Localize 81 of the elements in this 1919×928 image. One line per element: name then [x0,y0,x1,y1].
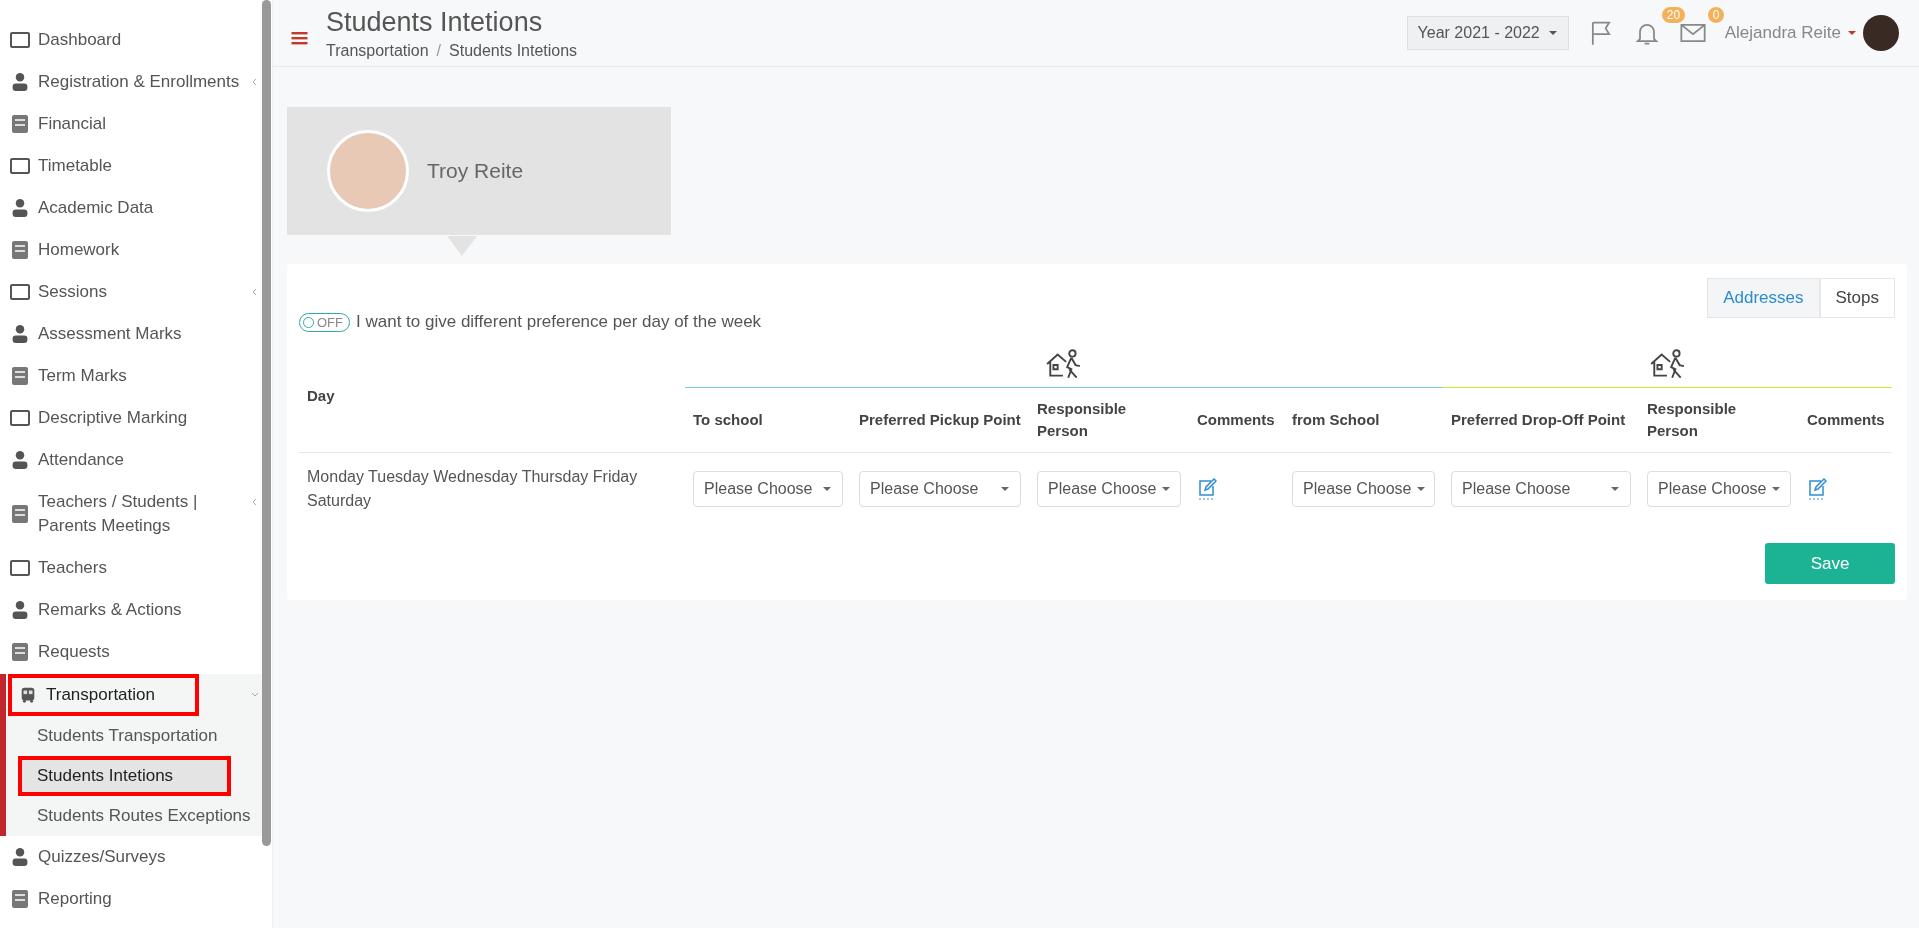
scrollbar[interactable] [262,0,271,846]
sidebar-item[interactable]: Academic Data [0,187,162,229]
house-walker-icon [1648,347,1687,380]
column-header: To school [685,388,851,453]
student-name: Troy Reite [427,159,524,183]
column-header: Preferred Pickup Point [851,388,1029,453]
sidebar-item[interactable]: Timetable [0,145,120,187]
sidebar-item[interactable]: Remarks & Actions [0,589,190,631]
caret-icon [822,486,832,492]
sidebar-item[interactable]: Dashboard [0,19,130,61]
caret-icon [1770,486,1781,492]
column-header: Responsible Person [1029,388,1189,453]
sidebar-item[interactable]: Reporting [0,878,120,920]
message-count: 0 [1706,6,1726,24]
column-header: Preferred Drop-Off Point [1443,388,1639,453]
caret-icon [1415,486,1426,492]
page-title: Students Intetions [326,6,544,38]
student-card[interactable]: Troy Reite [287,107,671,235]
select-field[interactable]: Please Choose [1292,471,1435,507]
caret-icon [1000,486,1010,492]
column-header: Comments [1799,388,1892,453]
submenu-item[interactable]: Students Transportation [6,716,228,756]
sidebar-item[interactable]: Teachers [0,547,115,589]
caret-icon [1610,486,1620,492]
monitor-icon [10,157,30,175]
select-field[interactable]: Please Choose [1037,471,1181,507]
current-page-label: Students Intetions [449,42,578,60]
monitor-icon [10,283,30,301]
caret-icon [1160,486,1171,492]
document-icon [10,115,30,133]
notification-count: 20 [1660,6,1687,24]
breadcrumb-link[interactable]: Transportation [326,42,429,60]
caret-icon [1847,30,1857,36]
house-walker-icon [1045,347,1083,380]
edit-icon[interactable] [1807,478,1827,500]
sidebar-item[interactable]: Financial [0,103,115,145]
sidebar-item[interactable]: Sessions [0,271,115,313]
sidebar-item[interactable]: Attendance [0,439,132,481]
sidebar-item[interactable]: Term Marks [0,355,135,397]
year-select[interactable]: Year 2021 - 2022 [1406,16,1569,50]
sidebar-item[interactable]: Requests [0,631,118,673]
select-field[interactable]: Please Choose [1451,471,1631,507]
sidebar-item[interactable]: Quizzes/Surveys [0,836,174,878]
breadcrumb-separator: / [436,42,442,60]
monitor-icon [10,31,30,49]
toggle-switch[interactable]: OFF [299,312,350,332]
person-icon [10,601,30,619]
user-avatar[interactable] [1863,15,1899,51]
sidebar-item[interactable]: Homework [0,229,128,271]
person-icon [10,848,30,866]
sidebar-item[interactable]: Teachers / Students | Parents Meetings [0,481,258,547]
select-field[interactable]: Please Choose [859,471,1021,507]
caret-icon [1547,30,1558,36]
tab[interactable]: Stops [1819,278,1895,318]
sidebar-item[interactable]: Transportation [8,674,199,716]
person-icon [10,451,30,469]
document-icon [10,367,30,385]
column-header: Day [299,340,685,453]
submenu-item[interactable]: Students Intetions [18,756,231,796]
monitor-icon [10,409,30,427]
sidebar-item[interactable]: Assessment Marks [0,313,190,355]
document-icon [10,505,30,523]
column-header: Responsible Person [1639,388,1799,453]
document-icon [10,643,30,661]
sidebar-item[interactable]: Registration & Enrollments [0,61,248,103]
sidebar-item[interactable]: Descriptive Marking [0,397,196,439]
column-header: Comments [1189,388,1284,453]
person-icon [10,325,30,343]
select-field[interactable]: Please Choose [1647,471,1791,507]
edit-icon[interactable] [1197,478,1217,500]
toggle-label: I want to give different preference per day of the week [356,312,762,332]
document-icon [10,241,30,259]
person-icon [10,199,30,217]
monitor-icon [10,559,30,577]
day-cell-text: Monday Tuesday Wednesday Thursday Friday Saturday [307,467,639,511]
person-icon [10,73,30,91]
column-header: from School [1284,388,1443,453]
select-field[interactable]: Please Choose [693,471,843,507]
document-icon [10,890,30,908]
submenu-item[interactable]: Students Routes Exceptions [6,796,261,836]
menu-icon[interactable] [291,31,308,45]
